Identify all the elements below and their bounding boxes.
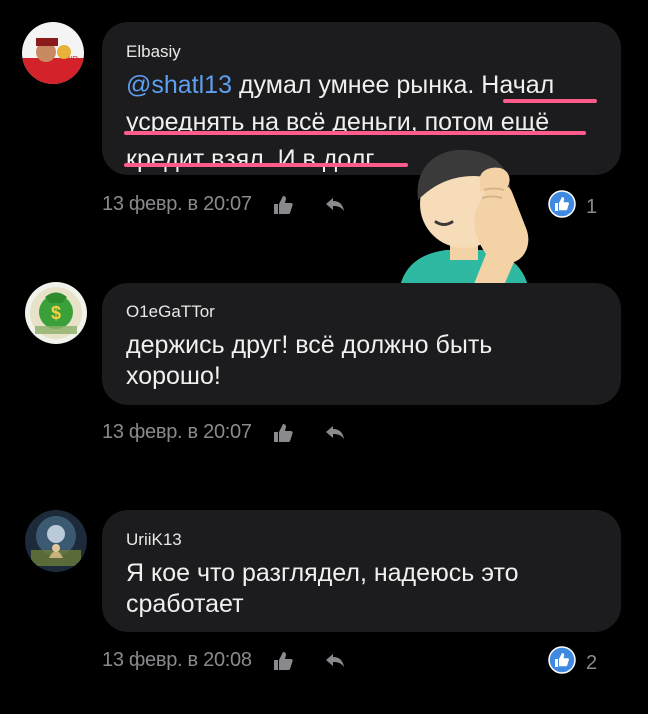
like-counter[interactable]: 1	[548, 190, 597, 224]
svg-text:$: $	[51, 303, 61, 323]
comment-text-line: кредит взял. И в долг.	[126, 145, 379, 173]
comment-meta: 13 февр. в 20:07	[102, 421, 346, 444]
comment-text-line: Я кое что разглядел, надеюсь это	[126, 559, 519, 587]
comment-text-line: хорошо!	[126, 362, 221, 390]
like-badge-icon	[548, 190, 576, 224]
like-badge-icon	[548, 646, 576, 680]
comment-timestamp: 13 февр. в 20:07	[102, 193, 252, 215]
comment-text-line: держись друг! всё должно быть	[126, 331, 493, 359]
avatar-elbasiy[interactable]: КР	[22, 22, 84, 84]
comment-text: держись друг! всё должно быть хорошо!	[126, 330, 606, 392]
thumbs-up-icon[interactable]	[272, 194, 294, 216]
like-count: 2	[586, 651, 598, 674]
comment-author[interactable]: O1eGaTTor	[126, 302, 215, 322]
avatar-o1egattor[interactable]: $	[25, 282, 87, 344]
comment-text-line: сработает	[126, 590, 244, 618]
mention-link[interactable]: @shatl13	[126, 71, 232, 99]
comment-author[interactable]: UriiK13	[126, 530, 182, 550]
comment-timestamp: 13 февр. в 20:07	[102, 421, 252, 443]
comment-text: @shatl13 думал умнее рынка. Начал усредн…	[126, 70, 606, 175]
thumbs-up-icon[interactable]	[272, 650, 294, 672]
reply-arrow-icon[interactable]	[324, 194, 346, 216]
highlight-underline	[124, 131, 586, 135]
like-counter[interactable]: 2	[548, 646, 597, 680]
like-count: 1	[586, 195, 598, 218]
comment-author[interactable]: Elbasiy	[126, 42, 181, 62]
reply-arrow-icon[interactable]	[324, 422, 346, 444]
highlight-underline	[503, 99, 597, 103]
reply-arrow-icon[interactable]	[324, 650, 346, 672]
comment-timestamp: 13 февр. в 20:08	[102, 649, 252, 671]
thumbs-up-icon[interactable]	[272, 422, 294, 444]
avatar-uriik13[interactable]	[25, 510, 87, 572]
comment-meta: 13 февр. в 20:07	[102, 193, 346, 216]
comment-text-line: думал умнее рынка. Начал	[232, 71, 555, 99]
comment-text: Я кое что разглядел, надеюсь это сработа…	[126, 558, 606, 620]
comment-meta: 13 февр. в 20:08	[102, 649, 346, 672]
highlight-underline	[124, 163, 408, 167]
svg-text:КР: КР	[68, 55, 78, 64]
